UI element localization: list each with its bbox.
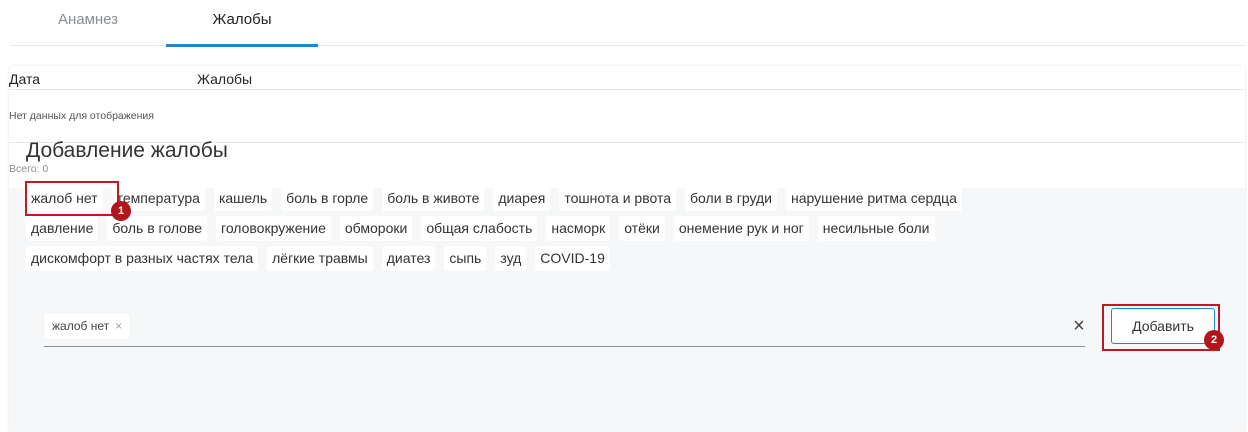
complaint-chips: жалоб нет температура кашель боль в горл… [26, 186, 1216, 276]
column-header-complaints[interactable]: Жалобы [197, 71, 252, 87]
table-empty-row: Нет данных для отображения [9, 90, 1245, 143]
chip-row-1: жалоб нет температура кашель боль в горл… [26, 186, 1216, 216]
chip-diarrhea[interactable]: диарея [493, 186, 551, 211]
chip-pressure[interactable]: давление [26, 216, 99, 241]
chip-sore-throat[interactable]: боль в горле [281, 186, 374, 211]
chip-nausea-vomiting[interactable]: тошнота и рвота [559, 186, 677, 211]
chip-covid19[interactable]: COVID-19 [535, 246, 610, 271]
complaints-tag-input[interactable]: жалоб нет × [44, 310, 1085, 347]
annotation-highlight-1 [25, 181, 119, 216]
chip-dizziness[interactable]: головокружение [216, 216, 331, 241]
table-header: Дата Жалобы [9, 66, 1245, 90]
complaints-table: Дата Жалобы Нет данных для отображения В… [9, 66, 1245, 188]
selected-tag: жалоб нет × [44, 313, 131, 339]
clear-icon[interactable]: × [1069, 314, 1089, 338]
chip-mild-pain[interactable]: несильные боли [817, 216, 935, 241]
add-complaint-title: Добавление жалобы [26, 139, 228, 162]
annotation-badge-2: 2 [1204, 330, 1224, 350]
chip-abdominal-pain[interactable]: боль в животе [382, 186, 485, 211]
tab-complaints[interactable]: Жалобы [166, 0, 318, 47]
chip-cough[interactable]: кашель [213, 186, 273, 211]
tag-remove-icon[interactable]: × [115, 319, 122, 333]
column-header-date[interactable]: Дата [9, 71, 40, 87]
chip-diathesis[interactable]: диатез [381, 246, 436, 271]
chip-fainting[interactable]: обмороки [339, 216, 413, 241]
chip-rash[interactable]: сыпь [444, 246, 487, 271]
chip-edema[interactable]: отёки [619, 216, 665, 241]
chip-weakness[interactable]: общая слабость [421, 216, 538, 241]
chip-arrhythmia[interactable]: нарушение ритма сердца [786, 186, 962, 211]
tab-anamnesis[interactable]: Анамнез [10, 0, 166, 46]
chip-body-discomfort[interactable]: дискомфорт в разных частях тела [26, 246, 259, 271]
total-count: Всего: 0 [9, 163, 49, 175]
chip-minor-injuries[interactable]: лёгкие травмы [267, 246, 373, 271]
tab-bar: Анамнез Жалобы [10, 0, 1246, 47]
add-button[interactable]: Добавить [1111, 308, 1215, 344]
chip-row-2: давление боль в голове головокружение об… [26, 216, 1216, 246]
chip-itch[interactable]: зуд [495, 246, 527, 271]
chip-row-3: дискомфорт в разных частях тела лёгкие т… [26, 246, 1216, 276]
chip-chest-pain[interactable]: боли в груди [685, 186, 777, 211]
annotation-badge-1: 1 [111, 201, 131, 221]
chip-runny-nose[interactable]: насморк [546, 216, 611, 241]
empty-message: Нет данных для отображения [9, 110, 154, 122]
chip-numbness[interactable]: онемение рук и ног [673, 216, 809, 241]
selected-tag-label: жалоб нет [52, 319, 110, 333]
